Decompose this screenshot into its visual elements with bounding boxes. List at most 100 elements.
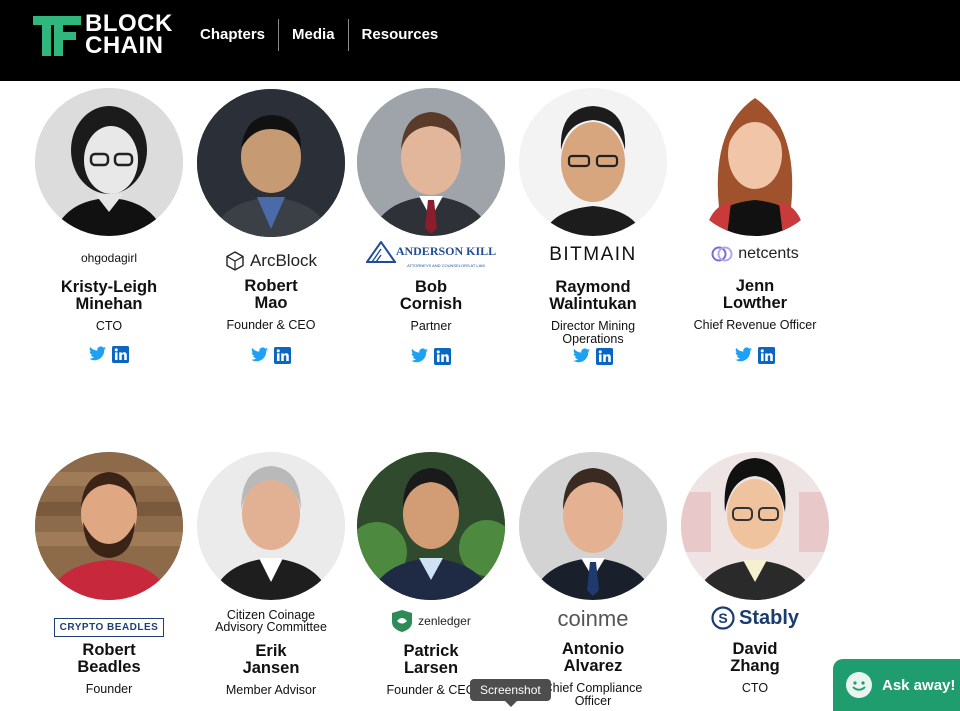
speaker-photo — [35, 452, 183, 600]
linkedin-icon[interactable] — [596, 348, 613, 370]
company-logo: ArcBlock — [196, 248, 346, 274]
linkedin-icon[interactable] — [112, 346, 129, 368]
speaker-role: CTO — [95, 319, 123, 333]
last-name: Lowther — [722, 293, 788, 312]
last-name: Larsen — [403, 658, 459, 677]
tooltip-arrow — [505, 701, 517, 707]
nav-resources[interactable]: Resources — [349, 19, 452, 51]
speaker-photo — [197, 452, 345, 600]
company-name: BITMAIN — [549, 244, 637, 265]
speaker-role: Member Advisor — [225, 683, 317, 697]
company-logo: S Stably — [680, 605, 830, 631]
speaker-name: Raymond Walintukan — [518, 279, 668, 312]
first-name: Erik — [255, 642, 287, 660]
chat-widget-button[interactable]: Ask away! — [833, 659, 960, 711]
first-name: Kristy-Leigh — [60, 278, 158, 296]
social-links — [356, 348, 506, 370]
logo-line-2: CHAIN — [85, 32, 164, 59]
company-name: coinme — [557, 606, 629, 631]
social-links — [680, 347, 830, 369]
speaker-name: Jenn Lowther — [680, 278, 830, 311]
speaker-card: BITMAIN Raymond Walintukan Director Mini… — [518, 88, 668, 378]
speaker-photo — [519, 452, 667, 600]
company-logo: zenledger — [356, 608, 506, 634]
company-logo: ohgodagirl — [34, 245, 184, 271]
twitter-icon[interactable] — [251, 347, 268, 369]
speaker-role: Chief Compliance Officer — [543, 681, 643, 708]
smiley-chat-icon — [846, 672, 872, 698]
speaker-card: Citizen Coinage Advisory Committee Erik … — [196, 452, 346, 708]
speaker-name: Robert Beadles — [34, 642, 184, 675]
company-name: zenledger — [418, 614, 471, 628]
company-logo: BITMAIN — [518, 242, 668, 268]
anderson-kill-mark-icon — [365, 240, 396, 263]
company-logo: netcents — [680, 241, 830, 267]
speaker-name: Erik Jansen — [196, 643, 346, 676]
company-subtitle: ATTORNEYS AND COUNSELORS AT LAW — [407, 262, 485, 268]
speaker-name: Kristy-Leigh Minehan — [34, 279, 184, 312]
speaker-role: CTO — [741, 681, 769, 695]
company-name: CRYPTO BEADLES — [53, 617, 165, 637]
linkedin-icon[interactable] — [758, 347, 775, 369]
last-name: Mao — [254, 293, 288, 312]
first-name: Robert — [244, 277, 298, 295]
speaker-role: Director Mining Operations — [550, 319, 636, 346]
last-name: Beadles — [77, 657, 141, 676]
speaker-card: CRYPTO BEADLES Robert Beadles Founder — [34, 452, 184, 708]
last-name: Jansen — [242, 658, 300, 677]
speaker-name: Patrick Larsen — [356, 643, 506, 676]
nav-chapters[interactable]: Chapters — [187, 19, 278, 51]
nav-media[interactable]: Media — [279, 19, 348, 51]
svg-text:S: S — [718, 610, 727, 626]
speaker-card: ArcBlock Robert Mao Founder & CEO — [196, 88, 346, 378]
company-name: Stably — [738, 606, 800, 629]
stably-logo-icon: S — [711, 606, 735, 630]
speaker-photo — [357, 88, 505, 236]
twitter-icon[interactable] — [89, 346, 106, 368]
speaker-photo — [35, 88, 183, 236]
speaker-card: zenledger Patrick Larsen Founder & CEO — [356, 452, 506, 708]
speaker-photo — [197, 89, 345, 237]
speaker-photo — [681, 452, 829, 600]
speaker-role: Chief Revenue Officer — [693, 318, 817, 332]
company-name: netcents — [738, 245, 799, 262]
linkedin-icon[interactable] — [274, 347, 291, 369]
company-name: ArcBlock — [249, 251, 318, 270]
company-name: Citizen Coinage Advisory Committee — [215, 607, 327, 634]
zenledger-shield-icon — [392, 610, 413, 632]
speaker-role: Partner — [410, 319, 452, 333]
site-header: BLOCK CHAIN Chapters Media Resources — [0, 0, 960, 81]
linkedin-icon[interactable] — [434, 348, 451, 370]
last-name: Alvarez — [563, 656, 623, 675]
company-logo: coinme — [518, 606, 668, 632]
last-name: Zhang — [730, 656, 780, 675]
speaker-photo — [519, 88, 667, 236]
company-logo: ANDERSON KILL ATTORNEYS AND COUNSELORS A… — [356, 240, 506, 268]
tf-logo-mark-icon — [33, 16, 81, 56]
speaker-name: Bob Cornish — [356, 279, 506, 312]
social-links — [518, 348, 668, 370]
first-name: Jenn — [735, 277, 775, 295]
twitter-icon[interactable] — [735, 347, 752, 369]
first-name: Patrick — [403, 642, 459, 660]
last-name: Walintukan — [549, 294, 637, 313]
twitter-icon[interactable] — [573, 348, 590, 370]
logo-wordmark: BLOCK CHAIN — [85, 12, 173, 59]
twitter-icon[interactable] — [411, 348, 428, 370]
tf-blockchain-logo[interactable]: BLOCK CHAIN — [33, 12, 173, 59]
first-name: Raymond — [555, 278, 631, 296]
first-name: Antonio — [561, 640, 625, 658]
speaker-photo — [357, 452, 505, 600]
screenshot-tooltip: Screenshot — [470, 679, 551, 701]
first-name: David — [732, 640, 778, 658]
speaker-role: Founder — [85, 682, 133, 696]
social-links — [196, 347, 346, 369]
speaker-photo — [681, 88, 829, 236]
first-name: Bob — [414, 278, 448, 296]
first-name: Robert — [82, 641, 136, 659]
company-name: ANDERSON KILL — [395, 244, 497, 258]
company-name: ohgodagirl — [80, 251, 138, 265]
speaker-card: coinme Antonio Alvarez Chief Compliance … — [518, 452, 668, 708]
speaker-card: S Stably David Zhang CTO — [680, 452, 830, 708]
speaker-card: ANDERSON KILL ATTORNEYS AND COUNSELORS A… — [356, 88, 506, 378]
